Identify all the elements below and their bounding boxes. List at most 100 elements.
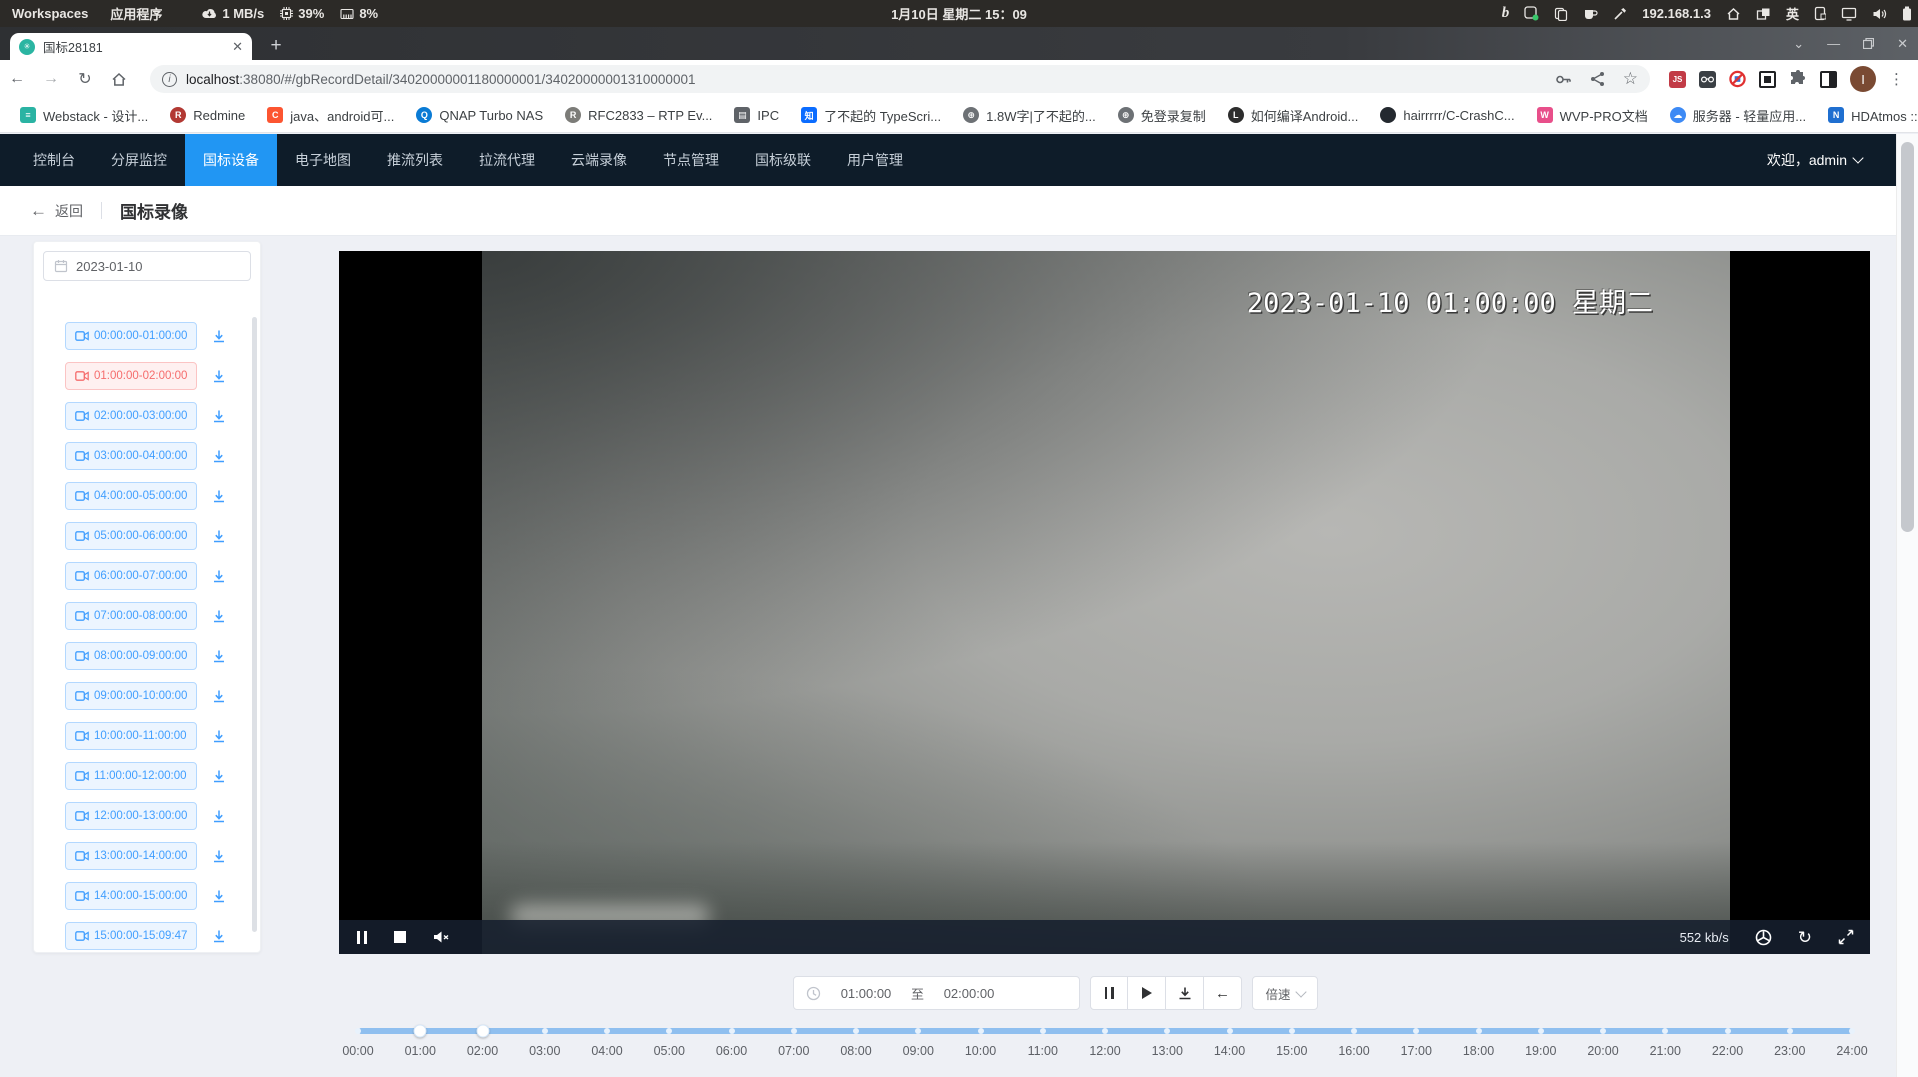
bookmark-item[interactable]: ≡ Webstack - 设计...	[12, 103, 156, 128]
bookmark-item[interactable]: R Redmine	[162, 104, 253, 126]
nav-tab[interactable]: 云端录像	[553, 134, 645, 186]
record-segment-button[interactable]: 00:00:00-01:00:00	[65, 322, 197, 350]
pause-button[interactable]	[1090, 976, 1128, 1010]
tab-search-chevron-icon[interactable]: ⌄	[1793, 36, 1804, 52]
phone-connect-tray-icon[interactable]	[1814, 6, 1826, 21]
browser-reload-icon[interactable]: ↻	[68, 69, 102, 89]
bookmark-item[interactable]: hairrrrr/C-CrashC...	[1372, 104, 1522, 126]
nav-tab[interactable]: 拉流代理	[461, 134, 553, 186]
color-picker-tray-icon[interactable]	[1613, 7, 1627, 21]
record-segment-button[interactable]: 01:00:00-02:00:00	[65, 362, 197, 390]
record-segment-button[interactable]: 13:00:00-14:00:00	[65, 842, 197, 870]
record-download-icon[interactable]	[211, 448, 227, 464]
window-minimize-button[interactable]: —	[1827, 36, 1840, 51]
bookmark-item[interactable]: ⊕ 免登录复制	[1110, 103, 1214, 128]
tab-close-icon[interactable]: ✕	[232, 39, 243, 55]
record-download-icon[interactable]	[211, 928, 227, 944]
record-download-icon[interactable]	[211, 408, 227, 424]
browser-forward-icon[interactable]: →	[34, 70, 68, 88]
js-extension-icon[interactable]: JS	[1669, 71, 1686, 88]
back-button[interactable]: ← 返回	[30, 201, 83, 221]
record-download-icon[interactable]	[211, 768, 227, 784]
app-indicator-icon[interactable]	[1524, 6, 1539, 21]
timeline-handle[interactable]	[476, 1025, 489, 1038]
record-segment-button[interactable]: 02:00:00-03:00:00	[65, 402, 197, 430]
date-picker[interactable]	[43, 251, 251, 281]
record-segment-button[interactable]: 05:00:00-06:00:00	[65, 522, 197, 550]
page-scrollbar-thumb[interactable]	[1901, 142, 1914, 532]
display-tray-icon[interactable]	[1841, 7, 1857, 21]
profile-avatar[interactable]: I	[1850, 66, 1876, 92]
bookmark-item[interactable]: L 如何编译Android...	[1220, 103, 1367, 128]
user-menu[interactable]: 欢迎，admin	[1767, 134, 1862, 186]
refresh-icon[interactable]: ↻	[1798, 929, 1812, 946]
record-download-icon[interactable]	[211, 328, 227, 344]
snapshot-shutter-icon[interactable]	[1755, 929, 1772, 946]
nav-tab[interactable]: 节点管理	[645, 134, 737, 186]
player-pause-icon[interactable]	[357, 931, 367, 944]
bookmark-item[interactable]: W WVP-PRO文档	[1529, 103, 1656, 128]
record-segment-button[interactable]: 07:00:00-08:00:00	[65, 602, 197, 630]
nav-tab[interactable]: 推流列表	[369, 134, 461, 186]
extensions-puzzle-icon[interactable]	[1789, 70, 1807, 88]
nav-tab[interactable]: 国标设备	[185, 134, 277, 186]
end-time-input[interactable]	[930, 986, 1008, 1001]
record-download-icon[interactable]	[211, 488, 227, 504]
record-segment-button[interactable]: 03:00:00-04:00:00	[65, 442, 197, 470]
record-segment-button[interactable]: 14:00:00-15:00:00	[65, 882, 197, 910]
player-stop-icon[interactable]	[394, 931, 406, 943]
date-input[interactable]	[76, 259, 196, 274]
record-segment-button[interactable]: 09:00:00-10:00:00	[65, 682, 197, 710]
seek-back-button[interactable]: ←	[1204, 976, 1242, 1010]
playback-speed-button[interactable]: 倍速	[1252, 976, 1318, 1010]
browser-menu-icon[interactable]: ⋮	[1889, 70, 1904, 88]
record-download-icon[interactable]	[211, 728, 227, 744]
record-download-icon[interactable]	[211, 648, 227, 664]
clock[interactable]: 1月10日 星期二 15：09	[891, 4, 1027, 23]
fullscreen-icon[interactable]	[1838, 929, 1854, 945]
caffeine-tray-icon[interactable]	[1583, 7, 1598, 20]
record-segment-button[interactable]: 08:00:00-09:00:00	[65, 642, 197, 670]
timeline-track[interactable]	[358, 1028, 1852, 1034]
nav-tab[interactable]: 用户管理	[829, 134, 921, 186]
record-segment-button[interactable]: 06:00:00-07:00:00	[65, 562, 197, 590]
bookmark-item[interactable]: ☁ 服务器 - 轻量应用...	[1662, 103, 1814, 128]
workspaces-button[interactable]: Workspaces	[12, 6, 88, 21]
bookmark-item[interactable]: ⊕ 1.8W字|了不起的...	[955, 103, 1104, 128]
window-restore-button[interactable]	[1863, 38, 1874, 49]
record-download-icon[interactable]	[211, 848, 227, 864]
record-download-icon[interactable]	[211, 368, 227, 384]
page-scrollbar[interactable]	[1896, 134, 1918, 1077]
blocker-extension-icon[interactable]	[1729, 71, 1746, 88]
site-info-icon[interactable]: i	[162, 72, 177, 87]
play-button[interactable]	[1128, 976, 1166, 1010]
time-range-input[interactable]: 至	[793, 976, 1080, 1010]
sidebar-scrollbar[interactable]	[252, 317, 257, 932]
volume-tray-icon[interactable]	[1872, 7, 1887, 21]
bookmark-item[interactable]: C java、android可...	[259, 103, 402, 128]
browser-tab[interactable]: ✳ 国标28181 ✕	[10, 33, 252, 60]
timeline-handle[interactable]	[414, 1025, 427, 1038]
record-download-icon[interactable]	[211, 888, 227, 904]
ip-address-indicator[interactable]: 192.168.1.3	[1642, 6, 1711, 21]
reading-mode-icon[interactable]	[1820, 71, 1837, 88]
clipboard-tray-icon[interactable]	[1554, 7, 1568, 21]
record-segment-button[interactable]: 15:00:00-15:09:47	[65, 922, 197, 950]
url-bar[interactable]: i localhost:38080/#/gbRecordDetail/34020…	[150, 65, 1650, 93]
record-segment-button[interactable]: 04:00:00-05:00:00	[65, 482, 197, 510]
nav-tab[interactable]: 分屏监控	[93, 134, 185, 186]
video-player[interactable]: 2023-01-10 01:00:00 星期二 552 kb/s ↻	[339, 251, 1870, 954]
download-button[interactable]	[1166, 976, 1204, 1010]
bookmark-item[interactable]: Q QNAP Turbo NAS	[408, 104, 551, 126]
record-download-icon[interactable]	[211, 608, 227, 624]
record-download-icon[interactable]	[211, 688, 227, 704]
glasses-extension-icon[interactable]	[1699, 71, 1716, 88]
share-icon[interactable]	[1590, 71, 1605, 87]
battery-tray-icon[interactable]	[1902, 6, 1912, 21]
record-segment-button[interactable]: 11:00:00-12:00:00	[65, 762, 197, 790]
browser-back-icon[interactable]: ←	[0, 70, 34, 88]
input-method-indicator[interactable]: 英	[1786, 4, 1799, 23]
home-tray-icon[interactable]	[1726, 7, 1741, 21]
new-tab-button[interactable]: +	[264, 35, 288, 57]
record-download-icon[interactable]	[211, 568, 227, 584]
